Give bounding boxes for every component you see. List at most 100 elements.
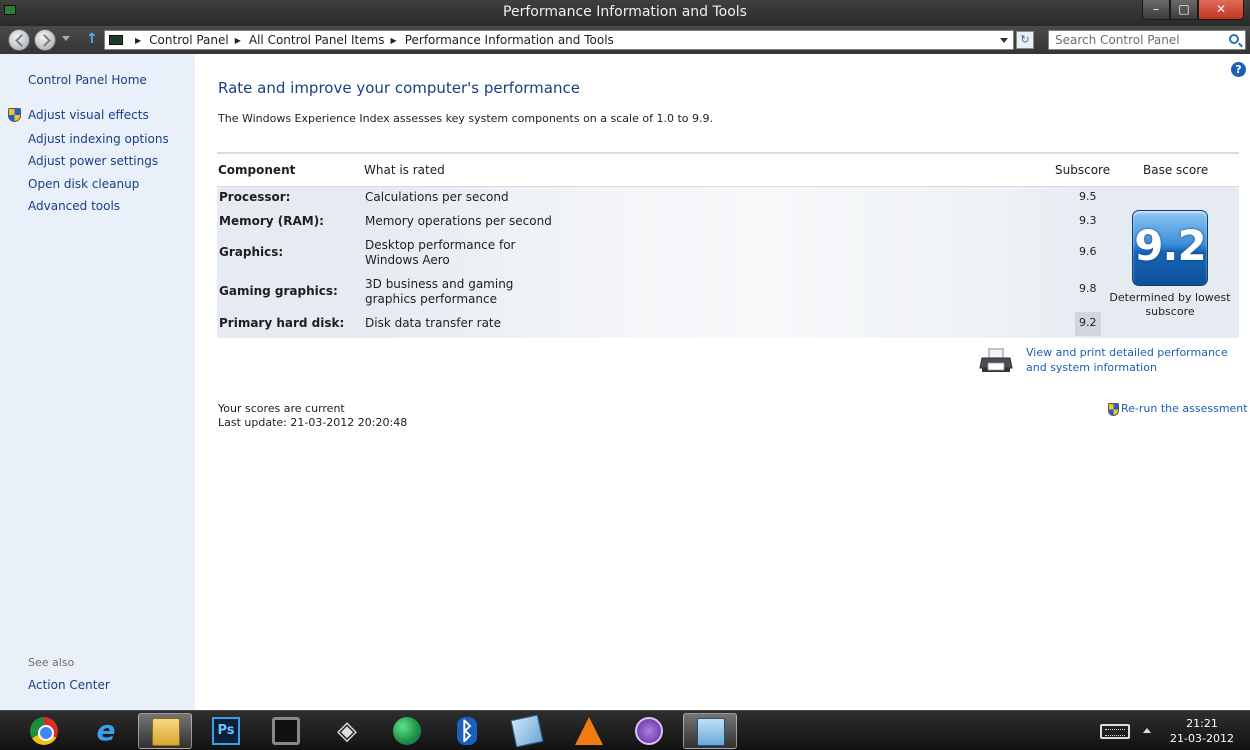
what-is-rated: Memory operations per second (365, 214, 552, 228)
intro-text: The Windows Experience Index assesses ke… (218, 112, 713, 125)
taskbar-vlc[interactable] (562, 713, 616, 749)
search-input[interactable] (1049, 31, 1219, 49)
photoshop-icon: Ps (212, 717, 240, 745)
up-button[interactable]: ↑ (86, 32, 98, 46)
address-box[interactable]: ▶ Control Panel ▶ All Control Panel Item… (104, 30, 1014, 50)
taskbar-chrome[interactable] (17, 713, 71, 749)
base-score-badge: 9.2 (1132, 210, 1208, 286)
search-box[interactable] (1048, 30, 1246, 50)
minimize-button[interactable]: – (1142, 0, 1170, 20)
taskbar-internet-explorer[interactable]: e (79, 713, 133, 749)
taskbar-bittorrent[interactable] (622, 713, 676, 749)
header-base-score: Base score (1143, 163, 1209, 177)
notes-icon (510, 714, 544, 748)
address-toolbar: ↑ ▶ Control Panel ▶ All Control Panel It… (0, 26, 1250, 54)
rerun-assessment-link[interactable]: Re-run the assessment (1108, 402, 1248, 416)
subscore-value: 9.8 (1079, 282, 1097, 295)
action-center-link[interactable]: Action Center (28, 678, 110, 692)
control-panel-location-icon (109, 35, 123, 45)
title-bar[interactable]: Performance Information and Tools – □ ✕ (0, 0, 1250, 26)
subscore-value: 9.6 (1079, 245, 1097, 258)
rerun-assessment-label[interactable]: Re-run the assessment (1121, 402, 1248, 415)
base-score-panel: 9.2 Determined by lowest subscore (1101, 186, 1239, 338)
close-button[interactable]: ✕ (1198, 0, 1244, 20)
control-panel-home-link[interactable]: Control Panel Home (28, 73, 147, 87)
taskbar-download-manager[interactable] (380, 713, 434, 749)
chevron-right-icon[interactable]: ▶ (235, 36, 241, 45)
window-controls: – □ ✕ (1142, 0, 1244, 20)
system-clock[interactable]: 21:21 21-03-2012 (1160, 716, 1244, 746)
view-print-details-link[interactable]: View and print detailed performance and … (1026, 345, 1246, 375)
uac-shield-icon (1108, 402, 1119, 416)
subscore-value: 9.5 (1079, 190, 1097, 203)
folder-icon (152, 718, 180, 746)
taskbar-media-app[interactable] (259, 713, 313, 749)
see-also-label: See also (28, 656, 75, 669)
forward-button[interactable] (34, 29, 56, 51)
taskbar: e Ps ◈ ᛒ 21:21 21-03-2012 (0, 710, 1250, 750)
what-is-rated: Desktop performance for Windows Aero (365, 238, 516, 267)
page-title: Rate and improve your computer's perform… (218, 79, 580, 97)
base-score-caption: Determined by lowest subscore (1109, 291, 1231, 318)
help-icon[interactable]: ? (1231, 62, 1246, 77)
base-score-value: 9.2 (1134, 221, 1206, 270)
globe-icon (393, 717, 421, 745)
chevron-right-icon[interactable]: ▶ (391, 36, 397, 45)
component-name: Processor: (219, 190, 291, 204)
control-panel-icon (697, 718, 725, 746)
taskbar-file-explorer[interactable] (138, 713, 192, 749)
address-dropdown-icon[interactable] (1000, 38, 1008, 43)
taskbar-bluetooth[interactable]: ᛒ (440, 713, 494, 749)
refresh-button[interactable]: ↻ (1016, 31, 1034, 49)
what-is-rated: 3D business and gaming graphics performa… (365, 277, 514, 306)
search-icon[interactable] (1229, 34, 1239, 44)
show-hidden-icons-icon[interactable] (1143, 728, 1151, 733)
taskbar-unity[interactable]: ◈ (320, 713, 374, 749)
breadcrumb-performance[interactable]: Performance Information and Tools (405, 33, 614, 47)
chrome-icon (30, 717, 58, 745)
breadcrumb: ▶ Control Panel ▶ All Control Panel Item… (129, 33, 614, 47)
advanced-tools-link[interactable]: Advanced tools (28, 199, 120, 213)
maximize-button[interactable]: □ (1170, 0, 1198, 20)
component-name: Primary hard disk: (219, 316, 345, 330)
window-title: Performance Information and Tools (503, 4, 747, 20)
adjust-power-settings-link[interactable]: Adjust power settings (28, 154, 158, 168)
recent-pages-dropdown-icon[interactable] (62, 36, 70, 41)
component-name: Gaming graphics: (219, 284, 338, 298)
unity-icon: ◈ (337, 716, 357, 746)
breadcrumb-control-panel[interactable]: Control Panel (149, 33, 229, 47)
internet-explorer-icon: e (96, 714, 116, 747)
component-name: Memory (RAM): (219, 214, 324, 228)
vlc-cone-icon (575, 717, 603, 745)
adjust-visual-effects-link[interactable]: Adjust visual effects (28, 108, 149, 122)
back-button[interactable] (8, 29, 30, 51)
taskbar-photoshop[interactable]: Ps (199, 713, 253, 749)
table-body (217, 186, 1101, 338)
tasks-pane: Control Panel Home Adjust visual effects… (0, 54, 195, 710)
main-content: ? Rate and improve your computer's perfo… (195, 54, 1250, 710)
chevron-right-icon[interactable]: ▶ (135, 36, 141, 45)
taskbar-notes[interactable] (500, 713, 554, 749)
adjust-indexing-options-link[interactable]: Adjust indexing options (28, 132, 169, 146)
open-disk-cleanup-link[interactable]: Open disk cleanup (28, 177, 139, 191)
subscore-value: 9.3 (1079, 214, 1097, 227)
score-status: Your scores are current Last update: 21-… (218, 402, 407, 430)
breadcrumb-all-items[interactable]: All Control Panel Items (249, 33, 385, 47)
bluetooth-icon: ᛒ (457, 717, 477, 745)
uac-shield-icon (8, 108, 21, 122)
clock-time: 21:21 (1186, 717, 1218, 730)
scores-current-text: Your scores are current (218, 402, 345, 415)
component-name: Graphics: (219, 245, 284, 259)
taskbar-control-panel[interactable] (683, 713, 737, 749)
film-icon (272, 717, 300, 745)
what-is-rated: Calculations per second (365, 190, 509, 204)
header-component: Component (218, 163, 296, 177)
header-what-is-rated: What is rated (364, 163, 445, 177)
experience-index-table: Component What is rated Subscore Base sc… (217, 152, 1239, 338)
keyboard-icon[interactable] (1100, 724, 1130, 739)
printer-icon[interactable] (979, 348, 1013, 374)
what-is-rated: Disk data transfer rate (365, 316, 502, 330)
last-update-text: Last update: 21-03-2012 20:20:48 (218, 416, 408, 429)
clock-date: 21-03-2012 (1170, 732, 1234, 745)
bittorrent-icon (635, 717, 663, 745)
